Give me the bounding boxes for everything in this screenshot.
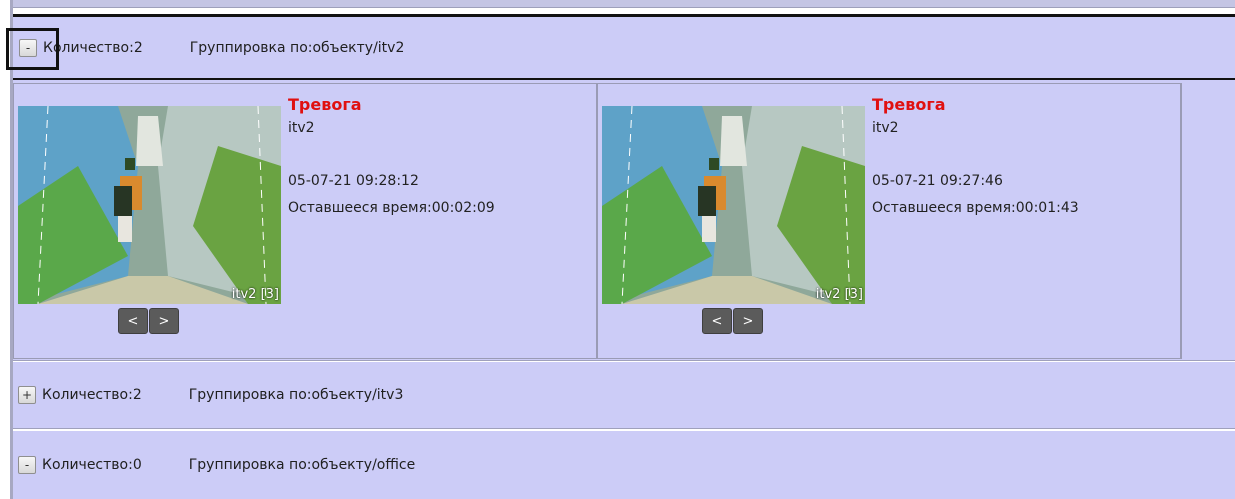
group-grouping: Группировка по:объекту/office (188, 457, 416, 473)
camera-snapshot[interactable]: itv2 [3] (602, 106, 865, 304)
camera-snapshot[interactable]: itv2 [3] (18, 106, 281, 304)
alarm-info: Тревога itv2 05-07-21 09:27:46 Оставшеес… (872, 95, 1079, 222)
expand-toggle-button[interactable]: + (18, 386, 36, 404)
corridor-image (602, 106, 865, 304)
snapshot-navigation: < > (702, 308, 763, 334)
focus-highlight (6, 28, 59, 70)
alarm-object: itv2 (872, 120, 899, 136)
next-frame-button[interactable]: > (149, 308, 179, 334)
prev-frame-button[interactable]: < (118, 308, 148, 334)
camera-label: itv2 [3] (815, 287, 863, 302)
prev-frame-button[interactable]: < (702, 308, 732, 334)
corridor-image (18, 106, 281, 304)
camera-label: itv2 [3] (231, 287, 279, 302)
alarm-card[interactable]: itv2 [3] < > Тревога itv2 05-07-21 09:27… (597, 83, 1181, 359)
alarm-title: Тревога (872, 95, 946, 114)
alarm-info: Тревога itv2 05-07-21 09:28:12 Оставшеес… (288, 95, 495, 222)
alarm-datetime: 05-07-21 09:28:12 (288, 173, 419, 189)
group-itv2-alarms: itv2 [3] < > Тревога itv2 05-07-21 09:28… (13, 80, 1235, 361)
empty-card-slot (1181, 83, 1235, 359)
alarm-title: Тревога (288, 95, 362, 114)
alarm-remaining-time: Оставшееся время:00:02:09 (288, 200, 495, 216)
alarm-object: itv2 (288, 120, 315, 136)
group-header-itv3[interactable]: + Количество:2 Группировка по:объекту/it… (13, 362, 1235, 429)
group-grouping: Группировка по:объекту/itv2 (189, 39, 405, 56)
alarm-remaining-time: Оставшееся время:00:01:43 (872, 200, 1079, 216)
group-count: Количество:0 (42, 457, 142, 473)
group-header-itv2[interactable]: - Количество:2 Группировка по:объекту/it… (6, 14, 1235, 80)
next-frame-button[interactable]: > (733, 308, 763, 334)
collapse-toggle-button[interactable]: - (18, 456, 36, 474)
window-top-border (13, 0, 1235, 8)
alarm-datetime: 05-07-21 09:27:46 (872, 173, 1003, 189)
group-header-office[interactable]: - Количество:0 Группировка по:объекту/of… (13, 431, 1235, 499)
alarm-card[interactable]: itv2 [3] < > Тревога itv2 05-07-21 09:28… (13, 83, 597, 359)
group-count: Количество:2 (42, 387, 142, 403)
snapshot-navigation: < > (118, 308, 179, 334)
group-grouping: Группировка по:объекту/itv3 (188, 387, 404, 403)
